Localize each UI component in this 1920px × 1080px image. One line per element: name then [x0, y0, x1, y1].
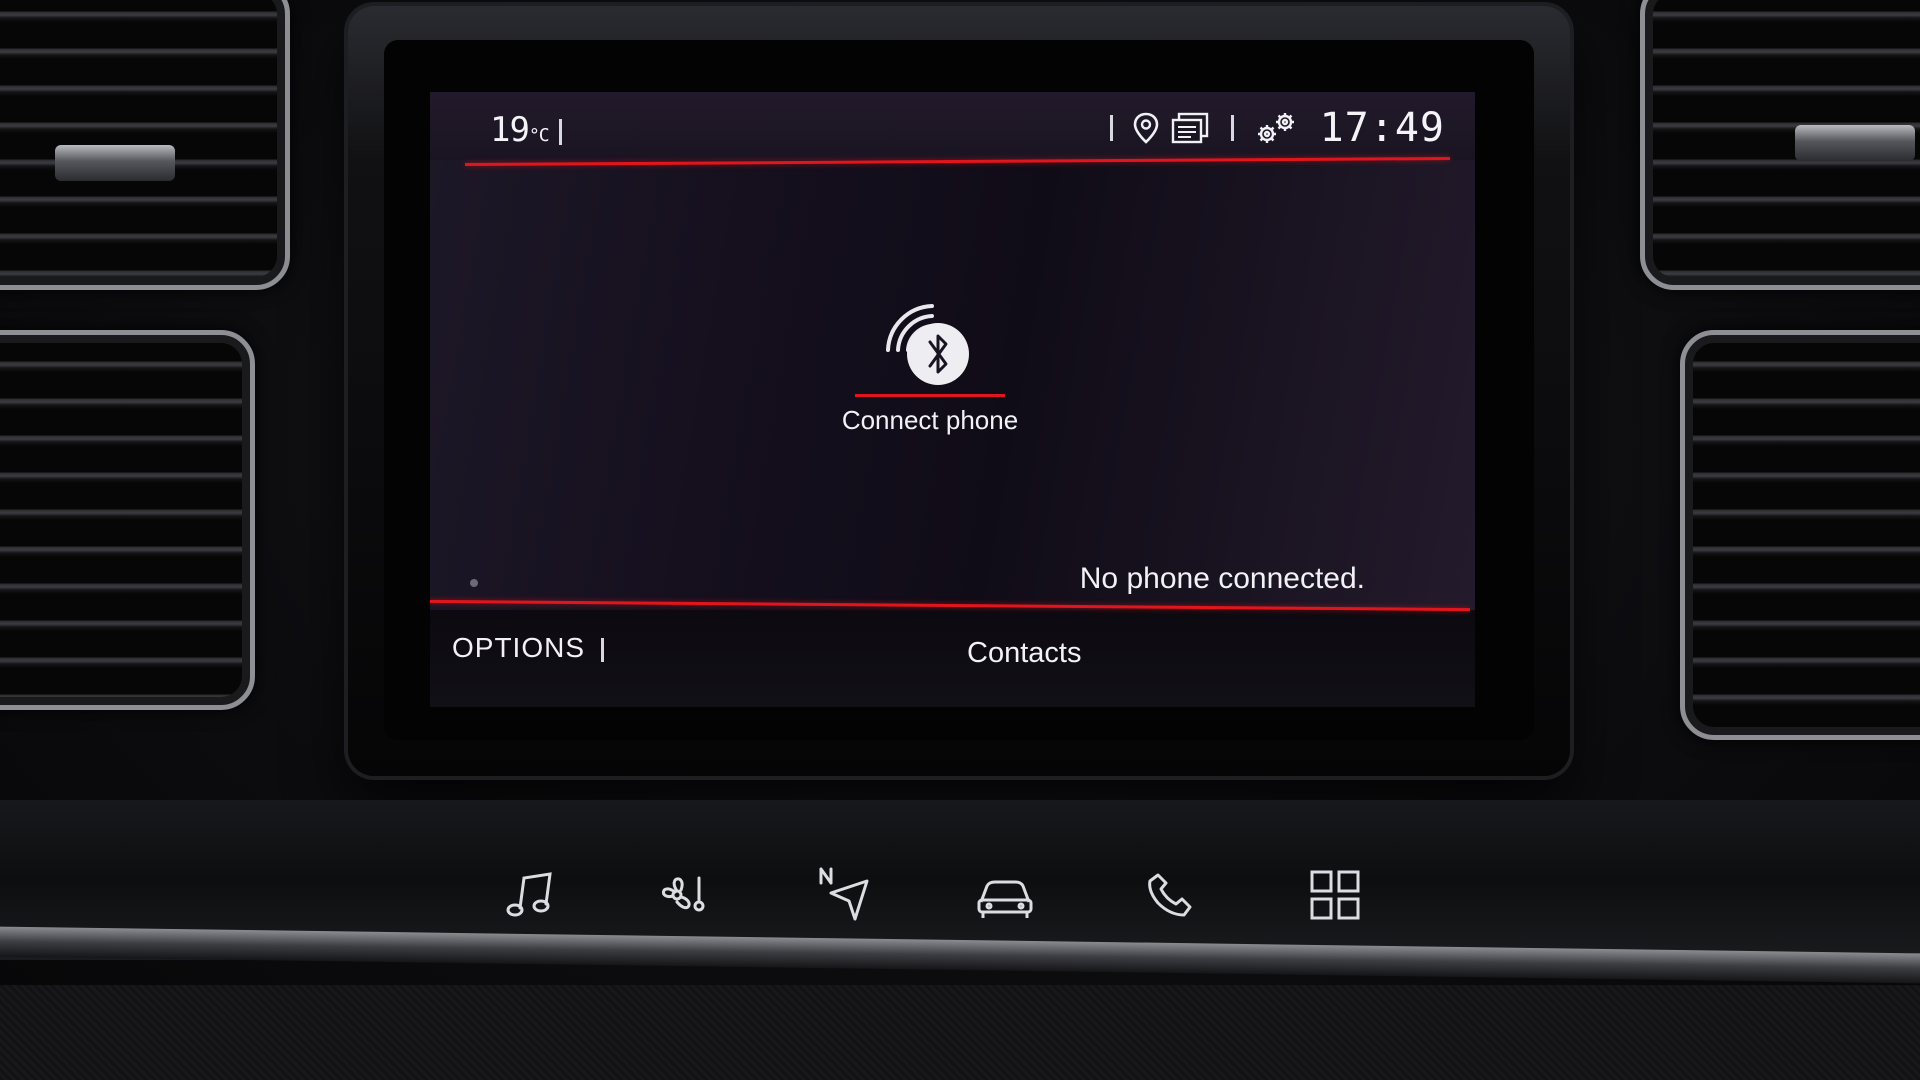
divider — [1230, 115, 1234, 141]
divider — [558, 118, 562, 145]
temperature-value: 19 — [490, 110, 530, 150]
contacts-button[interactable]: Contacts — [967, 637, 1081, 670]
settings-gears-icon[interactable] — [1254, 110, 1298, 146]
options-button[interactable]: OPTIONS — [452, 632, 614, 664]
music-button[interactable] — [495, 860, 565, 930]
connect-underline — [855, 394, 1005, 397]
fan-temperature-icon — [653, 870, 717, 920]
music-note-icon — [500, 870, 560, 920]
navigation-arrow-icon — [815, 865, 875, 925]
vehicle-button[interactable] — [970, 860, 1040, 930]
phone-handset-icon — [1144, 869, 1196, 921]
console-fabric — [0, 985, 1920, 1080]
connection-status-message: No phone connected. — [1079, 562, 1365, 595]
clock: 17:49 — [1319, 105, 1445, 151]
air-vent-bottom-right — [1680, 330, 1920, 740]
bluetooth-icon — [880, 302, 980, 390]
apps-button[interactable] — [1300, 860, 1370, 930]
outside-temperature: 19°C — [490, 110, 572, 150]
air-vent-top-right — [1640, 0, 1920, 290]
climate-button[interactable] — [650, 860, 720, 930]
phone-button[interactable] — [1135, 860, 1205, 930]
temperature-unit: °C — [528, 125, 550, 146]
air-vent-bottom-left — [0, 330, 255, 710]
media-source-icon[interactable] — [1169, 112, 1211, 144]
divider — [1109, 115, 1113, 141]
grid-icon — [1308, 868, 1362, 922]
divider — [601, 637, 605, 662]
connect-phone-label: Connect phone — [841, 405, 1019, 435]
location-pin-icon[interactable] — [1133, 112, 1159, 144]
page-indicator-dot — [470, 579, 478, 587]
status-icons: 17:49 — [1100, 105, 1445, 151]
options-label: OPTIONS — [452, 632, 586, 663]
air-vent-top-left — [0, 0, 290, 290]
vent-tab[interactable] — [55, 145, 175, 181]
connect-phone-button[interactable]: Connect phone — [815, 302, 1045, 442]
vent-tab[interactable] — [1795, 125, 1915, 161]
infotainment-screen: 19°C 17:49 Connect phone No phone connec… — [430, 92, 1475, 707]
car-icon — [973, 870, 1037, 920]
navigation-button[interactable] — [810, 860, 880, 930]
